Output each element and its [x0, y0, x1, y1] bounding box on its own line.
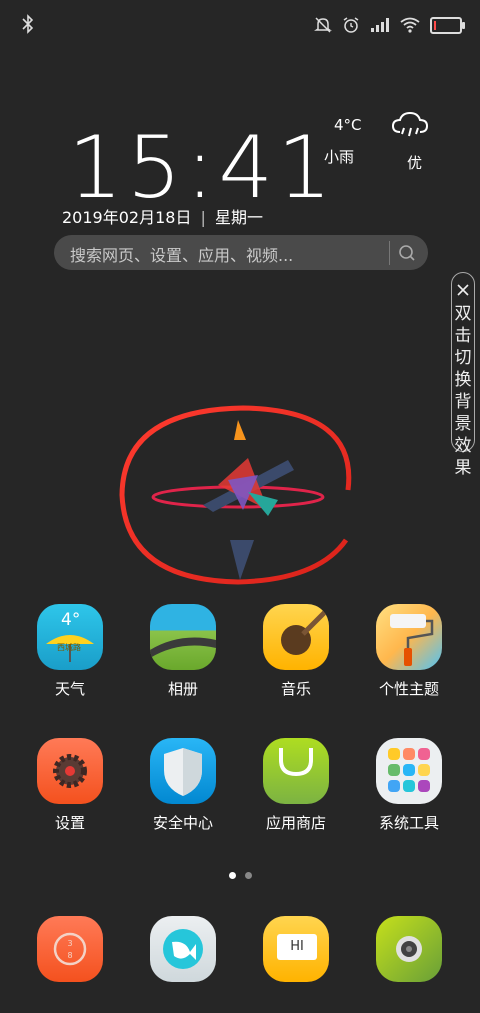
page-dot-active[interactable] — [229, 872, 236, 879]
app-themes[interactable]: 个性主题 — [359, 604, 459, 699]
weather-temperature[interactable]: 4°C — [334, 116, 362, 134]
battery-level — [434, 20, 436, 30]
bluetooth-icon — [22, 14, 34, 34]
app-settings[interactable]: 设置 — [20, 738, 120, 833]
live-wallpaper-graphic — [119, 405, 352, 585]
status-bar — [0, 0, 480, 50]
app-label: 相册 — [167, 680, 198, 698]
app-gallery[interactable]: 相册 — [133, 604, 233, 699]
hi-bubble: HI — [277, 934, 317, 960]
fish-messenger-icon — [150, 916, 216, 982]
alarm-icon — [343, 17, 359, 33]
clock-date[interactable]: 2019年02月18日 | 星期一 — [62, 204, 263, 228]
status-icons — [314, 14, 465, 36]
weekday-text: 星期一 — [215, 208, 264, 227]
weather-icon: 4° 西城路 — [37, 604, 103, 670]
air-quality[interactable]: 优 — [407, 152, 422, 173]
app-weather[interactable]: 4° 西城路 天气 — [20, 604, 120, 699]
app-label: 天气 — [54, 680, 85, 698]
search-icon[interactable] — [398, 244, 416, 262]
app-security[interactable]: 安全中心 — [133, 738, 233, 833]
app-music[interactable]: 音乐 — [246, 604, 346, 699]
rain-cloud-icon[interactable] — [390, 110, 430, 144]
page-indicator — [229, 872, 252, 879]
date-separator: | — [200, 208, 206, 227]
muted-bell-icon — [314, 17, 332, 33]
app-label: 音乐 — [280, 680, 311, 698]
app-label: 应用商店 — [265, 814, 326, 832]
search-placeholder: 搜索网页、设置、应用、视频... — [70, 246, 294, 265]
gear-icon — [37, 738, 103, 804]
app-label: 系统工具 — [378, 814, 439, 832]
hi-chat-icon: HI — [263, 916, 329, 982]
svg-text:8: 8 — [67, 951, 72, 960]
camera-lens-icon — [376, 916, 442, 982]
tools-folder-icon — [376, 738, 442, 804]
date-text: 2019年02月18日 — [62, 208, 192, 227]
signal-icon — [371, 18, 389, 32]
guitar-icon — [263, 604, 329, 670]
search-bar[interactable]: 搜索网页、设置、应用、视频... — [54, 235, 428, 270]
app-label: 个性主题 — [378, 680, 439, 698]
dock-camera[interactable] — [359, 916, 459, 982]
app-store[interactable]: 应用商店 — [246, 738, 346, 833]
toggle-label: 双击切换背景效果 — [454, 304, 472, 478]
paint-roller-icon — [376, 604, 442, 670]
shopping-bag-icon — [263, 738, 329, 804]
dock-messenger[interactable] — [133, 916, 233, 982]
dock-phone[interactable]: 3 8 — [20, 916, 120, 982]
app-label: 安全中心 — [152, 814, 213, 832]
close-icon[interactable] — [456, 283, 470, 297]
weather-icon-temp: 4° — [61, 610, 81, 630]
weather-condition[interactable]: 小雨 — [324, 146, 354, 167]
wifi-icon — [400, 17, 420, 33]
shield-icon — [150, 738, 216, 804]
search-divider — [389, 241, 390, 265]
battery-icon — [430, 16, 465, 34]
gallery-icon — [150, 604, 216, 670]
svg-text:3: 3 — [67, 939, 72, 948]
dock-hi-chat[interactable]: HI — [246, 916, 346, 982]
app-system-tools[interactable]: 系统工具 — [359, 738, 459, 833]
phone-dial-icon: 3 8 — [37, 916, 103, 982]
app-label: 设置 — [54, 814, 85, 832]
page-dot[interactable] — [245, 872, 252, 879]
weather-icon-city: 西城路 — [57, 643, 81, 652]
clock-time[interactable]: 15:41 — [68, 118, 336, 218]
background-effect-toggle[interactable]: 双击切换背景效果 — [451, 272, 475, 478]
